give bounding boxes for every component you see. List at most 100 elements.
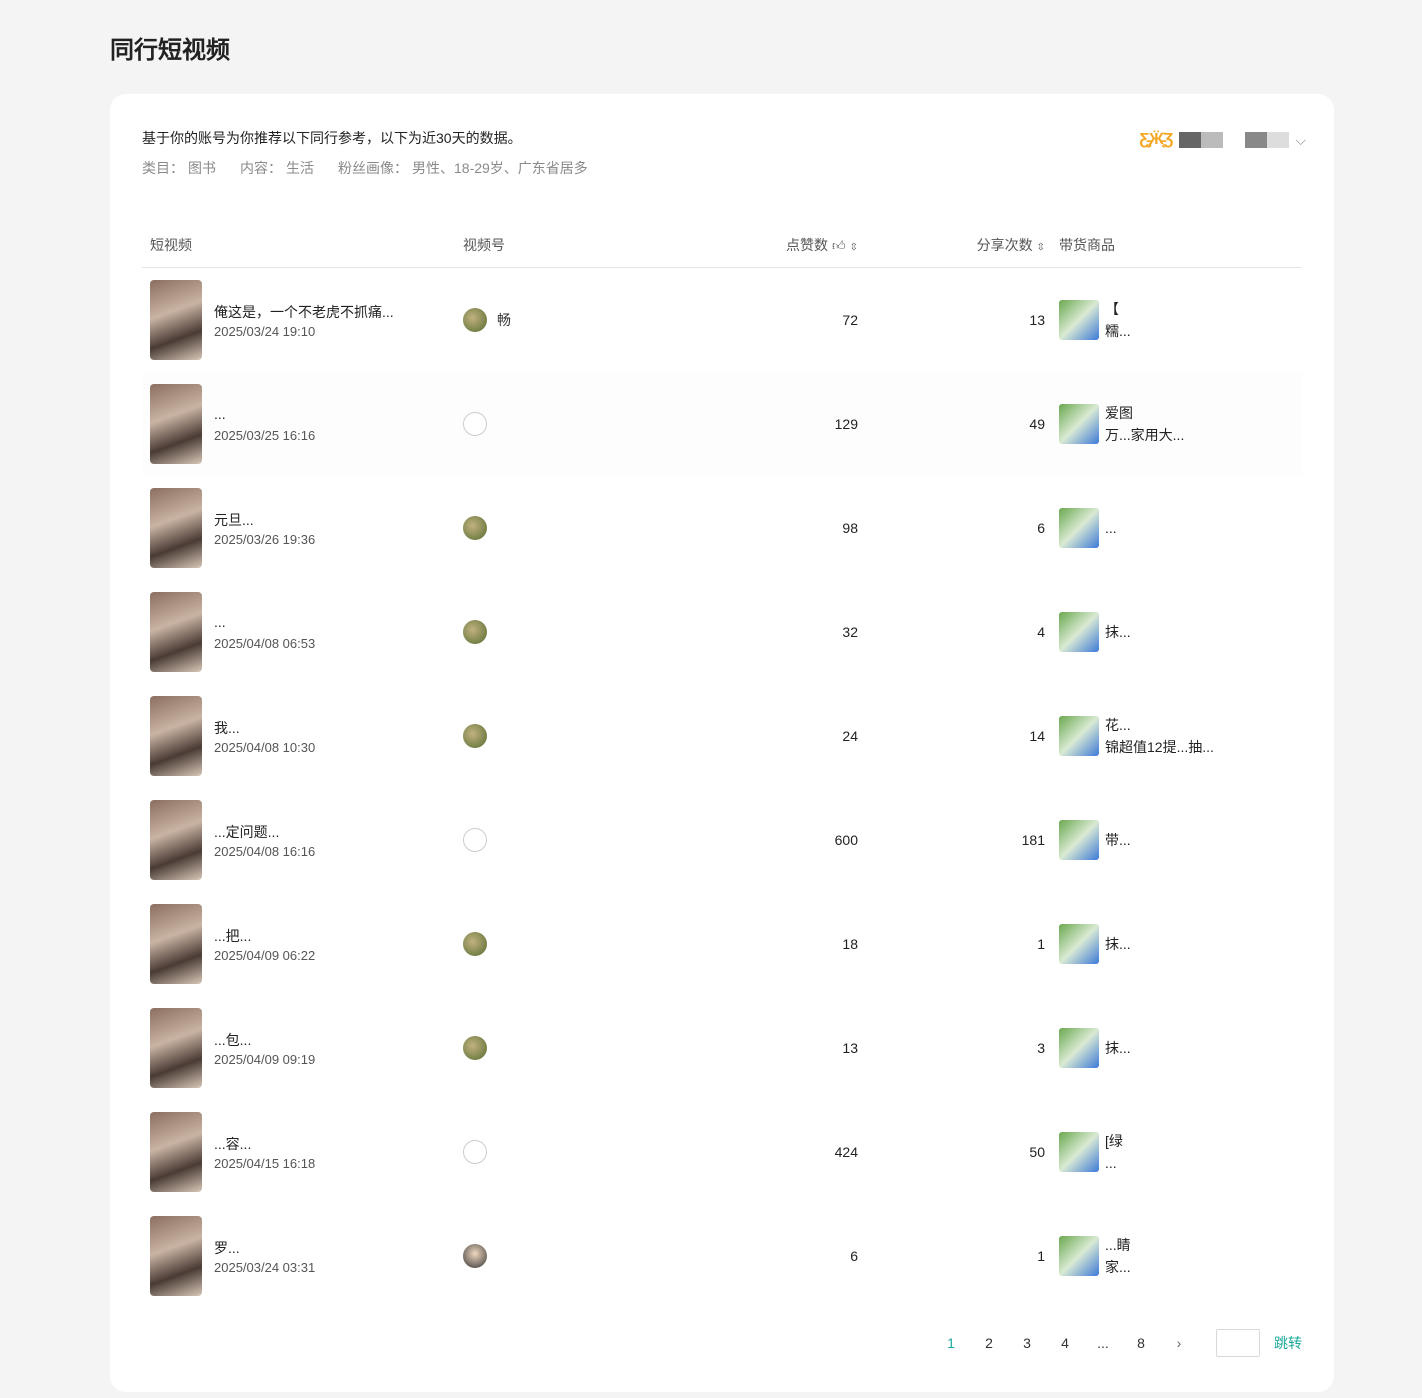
page-4[interactable]: 4	[1046, 1328, 1084, 1358]
goods-cell[interactable]: 抹...	[1045, 924, 1302, 964]
goods-cell[interactable]: 爱图 万...家用大...	[1045, 402, 1302, 446]
header-likes[interactable]: 点赞数 👍︎ ⇳	[723, 235, 858, 255]
product-thumbnail[interactable]	[1059, 924, 1099, 964]
page-8[interactable]: 8	[1122, 1328, 1160, 1358]
table-row[interactable]: ...把... 2025/04/09 06:22 18 1 抹...	[142, 892, 1302, 996]
likes-count: 24	[842, 728, 858, 744]
table-row[interactable]: ...包... 2025/04/09 09:19 13 3 抹...	[142, 996, 1302, 1100]
table-row[interactable]: ... 2025/04/08 06:53 32 4 抹...	[142, 580, 1302, 684]
video-cell[interactable]: ... 2025/04/08 06:53	[142, 592, 463, 672]
video-cell[interactable]: ... 2025/03/25 16:16	[142, 384, 463, 464]
video-thumbnail[interactable]	[150, 696, 202, 776]
account-cell[interactable]	[463, 932, 723, 956]
video-cell[interactable]: 俺这是，一个不老虎不抓痛... 2025/03/24 19:10	[142, 280, 463, 360]
account-cell[interactable]	[463, 620, 723, 644]
product-thumbnail[interactable]	[1059, 1028, 1099, 1068]
account-cell[interactable]	[463, 828, 723, 852]
video-thumbnail[interactable]	[150, 384, 202, 464]
video-cell[interactable]: ...把... 2025/04/09 06:22	[142, 904, 463, 984]
product-thumbnail[interactable]	[1059, 820, 1099, 860]
sort-icon[interactable]: ⇳	[850, 242, 858, 253]
video-cell[interactable]: ...定问题... 2025/04/08 16:16	[142, 800, 463, 880]
video-cell[interactable]: 元旦... 2025/03/26 19:36	[142, 488, 463, 568]
account-cell[interactable]	[463, 516, 723, 540]
header-account: 视频号	[463, 236, 505, 253]
jump-page-input[interactable]	[1216, 1329, 1260, 1357]
goods-cell[interactable]: 【 糯...	[1045, 298, 1302, 342]
account-cell[interactable]: 畅	[463, 308, 723, 332]
page-3[interactable]: 3	[1008, 1328, 1046, 1358]
goods-cell[interactable]: 花... 锦超值12提...抽...	[1045, 714, 1302, 758]
product-thumbnail[interactable]	[1059, 300, 1099, 340]
video-cell[interactable]: 罗... 2025/03/24 03:31	[142, 1216, 463, 1296]
account-selector[interactable]: Ƹ̵̡Ӝ̵̨̄Ʒ ⌵	[1139, 128, 1306, 152]
video-title[interactable]: ...定问题...	[214, 822, 404, 842]
product-name[interactable]: 抹...	[1105, 621, 1243, 643]
video-title[interactable]: ...包...	[214, 1030, 404, 1050]
jump-button[interactable]: 跳转	[1274, 1333, 1302, 1353]
video-thumbnail[interactable]	[150, 592, 202, 672]
goods-cell[interactable]: 抹...	[1045, 1028, 1302, 1068]
page-ellipsis[interactable]: ...	[1084, 1328, 1122, 1358]
video-title[interactable]: ...把...	[214, 926, 404, 946]
sort-icon[interactable]: ⇳	[1037, 242, 1045, 253]
goods-cell[interactable]: 抹...	[1045, 612, 1302, 652]
product-thumbnail[interactable]	[1059, 508, 1099, 548]
product-name[interactable]: [绿 ...	[1105, 1130, 1243, 1174]
video-thumbnail[interactable]	[150, 1216, 202, 1296]
video-title[interactable]: 元旦...	[214, 510, 404, 530]
video-thumbnail[interactable]	[150, 904, 202, 984]
video-title[interactable]: ...	[214, 614, 404, 634]
goods-cell[interactable]: 带...	[1045, 820, 1302, 860]
product-name[interactable]: ...睛 家...	[1105, 1234, 1243, 1278]
product-name[interactable]: 带...	[1105, 829, 1243, 851]
table-row[interactable]: ...定问题... 2025/04/08 16:16 600 181 带...	[142, 788, 1302, 892]
goods-cell[interactable]: ...睛 家...	[1045, 1234, 1302, 1278]
video-title[interactable]: ...	[214, 406, 404, 426]
video-title[interactable]: 罗...	[214, 1238, 404, 1258]
video-title[interactable]: 俺这是，一个不老虎不抓痛...	[214, 302, 404, 322]
product-thumbnail[interactable]	[1059, 1132, 1099, 1172]
video-title[interactable]: ...容...	[214, 1134, 404, 1154]
video-thumbnail[interactable]	[150, 1008, 202, 1088]
chevron-right-icon[interactable]: ›	[1160, 1335, 1198, 1351]
table-row[interactable]: 俺这是，一个不老虎不抓痛... 2025/03/24 19:10 畅 72 13…	[142, 268, 1302, 372]
header-goods: 带货商品	[1059, 236, 1115, 253]
table-row[interactable]: 元旦... 2025/03/26 19:36 98 6 ...	[142, 476, 1302, 580]
video-cell[interactable]: 我... 2025/04/08 10:30	[142, 696, 463, 776]
goods-cell[interactable]: ...	[1045, 508, 1302, 548]
video-title[interactable]: 我...	[214, 718, 404, 738]
video-thumbnail[interactable]	[150, 488, 202, 568]
product-name[interactable]: 抹...	[1105, 933, 1243, 955]
account-cell[interactable]	[463, 412, 723, 436]
product-thumbnail[interactable]	[1059, 612, 1099, 652]
video-thumbnail[interactable]	[150, 280, 202, 360]
video-thumbnail[interactable]	[150, 800, 202, 880]
table-row[interactable]: ...容... 2025/04/15 16:18 424 50 [绿 ...	[142, 1100, 1302, 1204]
video-date: 2025/03/25 16:16	[214, 427, 316, 443]
page-2[interactable]: 2	[970, 1328, 1008, 1358]
product-name[interactable]: ...	[1105, 517, 1243, 539]
header-shares[interactable]: 分享次数 ⇳	[858, 235, 1045, 255]
video-thumbnail[interactable]	[150, 1112, 202, 1192]
table-row[interactable]: 我... 2025/04/08 10:30 24 14 花... 锦超值12提.…	[142, 684, 1302, 788]
product-name[interactable]: 【 糯...	[1105, 298, 1243, 342]
goods-cell[interactable]: [绿 ...	[1045, 1130, 1302, 1174]
product-name[interactable]: 花... 锦超值12提...抽...	[1105, 714, 1243, 758]
product-thumbnail[interactable]	[1059, 716, 1099, 756]
account-meta: 类目： 图书 内容： 生活 粉丝画像： 男性、18-29岁、广东省居多	[142, 158, 588, 178]
account-cell[interactable]	[463, 1140, 723, 1164]
product-name[interactable]: 爱图 万...家用大...	[1105, 402, 1243, 446]
table-row[interactable]: ... 2025/03/25 16:16 129 49 爱图 万...家用大..…	[142, 372, 1302, 476]
page-1[interactable]: 1	[932, 1328, 970, 1358]
product-name[interactable]: 抹...	[1105, 1037, 1243, 1059]
product-thumbnail[interactable]	[1059, 404, 1099, 444]
video-cell[interactable]: ...包... 2025/04/09 09:19	[142, 1008, 463, 1088]
account-cell[interactable]	[463, 724, 723, 748]
account-cell[interactable]	[463, 1244, 723, 1268]
table-row[interactable]: 罗... 2025/03/24 03:31 6 1 ...睛 家...	[142, 1204, 1302, 1308]
product-thumbnail[interactable]	[1059, 1236, 1099, 1276]
account-name[interactable]: 畅	[497, 310, 511, 330]
account-cell[interactable]	[463, 1036, 723, 1060]
video-cell[interactable]: ...容... 2025/04/15 16:18	[142, 1112, 463, 1192]
